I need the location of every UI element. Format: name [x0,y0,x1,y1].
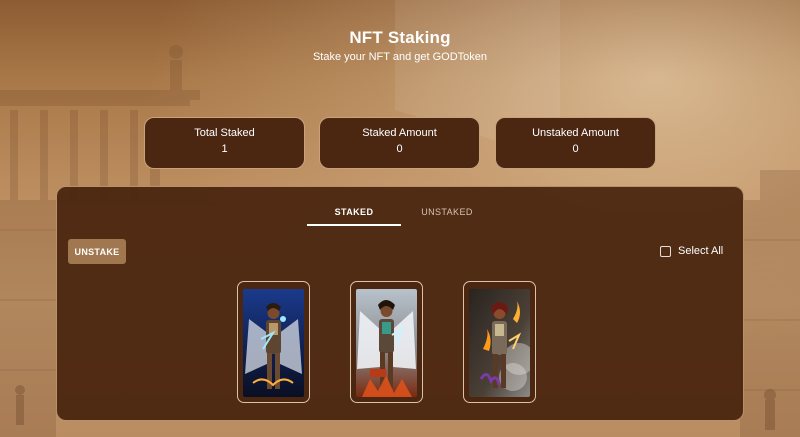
active-tab-indicator [307,224,401,226]
page-subtitle: Stake your NFT and get GODToken [312,51,488,63]
nft-image-winged-warrior-fire [356,289,417,397]
unstake-button[interactable]: UNSTAKE [68,239,126,264]
unstaked-amount-card: Unstaked Amount 0 [495,117,656,169]
page-header: NFT Staking Stake your NFT and get GODTo… [0,28,800,63]
tab-staked[interactable]: STAKED [307,207,401,217]
nft-card-2[interactable] [350,281,423,403]
nft-image-warrior-dark-smoke [469,289,530,397]
nft-panel: STAKED UNSTAKED UNSTAKE Select All [56,186,744,421]
page-title: NFT Staking [349,28,451,47]
nft-image-winged-warrior-blue [243,289,304,397]
unstaked-amount-value: 0 [572,143,579,155]
total-staked-card: Total Staked 1 [144,117,305,169]
staked-amount-value: 0 [396,143,403,155]
total-staked-value: 1 [221,143,228,155]
nft-card-1[interactable] [237,281,310,403]
nft-card-3[interactable] [463,281,536,403]
select-all-toggle[interactable]: Select All [660,245,723,257]
select-all-checkbox[interactable] [660,245,671,257]
staked-amount-card: Staked Amount 0 [319,117,480,169]
total-staked-label: Total Staked [194,127,255,139]
unstaked-amount-label: Unstaked Amount [532,127,619,139]
select-all-label: Select All [678,245,724,257]
tab-unstaked[interactable]: UNSTAKED [407,207,487,217]
staked-amount-label: Staked Amount [362,127,437,139]
